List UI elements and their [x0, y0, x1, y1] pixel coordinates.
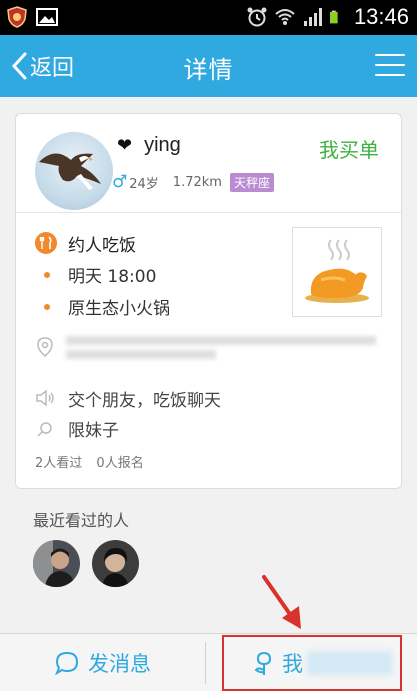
user-age: 24岁 [129, 176, 159, 192]
event-message: 交个朋友，吃饭聊天 [68, 391, 221, 411]
zodiac-badge: 天秤座 [229, 172, 274, 192]
signup-button[interactable]: 我 [222, 635, 402, 691]
bullet-dot [44, 272, 50, 278]
event-title: 约人吃饭 [68, 236, 136, 256]
heart-icon[interactable]: ❤ [117, 135, 132, 156]
signup-label-redacted [307, 651, 392, 675]
event-place: 原生态小火锅 [68, 299, 170, 319]
wifi-icon [275, 9, 295, 25]
divider [205, 642, 206, 684]
alarm-icon [247, 7, 267, 27]
status-time: 13:46 [353, 4, 409, 29]
user-meta: ♂ 24岁 1.72km 天秤座 [112, 172, 274, 192]
address-redacted [66, 336, 376, 362]
views-count: 2人看过 [35, 456, 83, 471]
avatar[interactable] [35, 132, 113, 210]
shield-notification-icon [7, 6, 27, 28]
image-notification-icon [36, 8, 58, 26]
flower-icon [254, 651, 272, 675]
viewer-avatar[interactable] [92, 540, 139, 587]
annotation-arrow [262, 575, 301, 629]
chat-bubble-icon [54, 651, 79, 676]
fork-knife-icon [35, 232, 57, 254]
divider [16, 212, 401, 213]
detail-card: ❤ ying ♂ 24岁 1.72km 天秤座 我买单 约人吃饭 明天 18:0… [15, 113, 402, 489]
viewer-avatar[interactable] [33, 540, 80, 587]
eagle-image [39, 153, 101, 190]
signups-count: 0人报名 [96, 456, 144, 471]
send-message-label: 发消息 [88, 652, 151, 676]
buy-label: 我买单 [319, 138, 379, 162]
recent-viewers-title: 最近看过的人 [33, 511, 130, 530]
male-icon: ♂ [112, 172, 128, 192]
event-restriction: 限妹子 [68, 421, 119, 441]
menu-button[interactable] [375, 51, 405, 79]
bullet-dot [44, 304, 50, 310]
speaker-icon [36, 389, 54, 407]
food-image[interactable] [292, 227, 382, 317]
send-message-button[interactable]: 发消息 [0, 634, 205, 691]
search-icon [37, 422, 52, 437]
bottom-bar: 发消息 我 [0, 633, 417, 691]
username: ying [144, 134, 181, 156]
status-bar: 13:46 [0, 0, 417, 35]
signup-label: 我 [282, 652, 303, 676]
event-stats: 2人看过 0人报名 [35, 452, 154, 471]
location-icon [37, 337, 53, 357]
battery-icon [329, 10, 338, 24]
page-title: 详情 [183, 57, 234, 84]
title-bar: 返回 详情 [0, 35, 417, 97]
username-row: ❤ ying [117, 134, 181, 157]
event-time: 明天 18:00 [68, 267, 157, 287]
signal-icon [303, 8, 322, 26]
user-distance: 1.72km [172, 174, 222, 190]
